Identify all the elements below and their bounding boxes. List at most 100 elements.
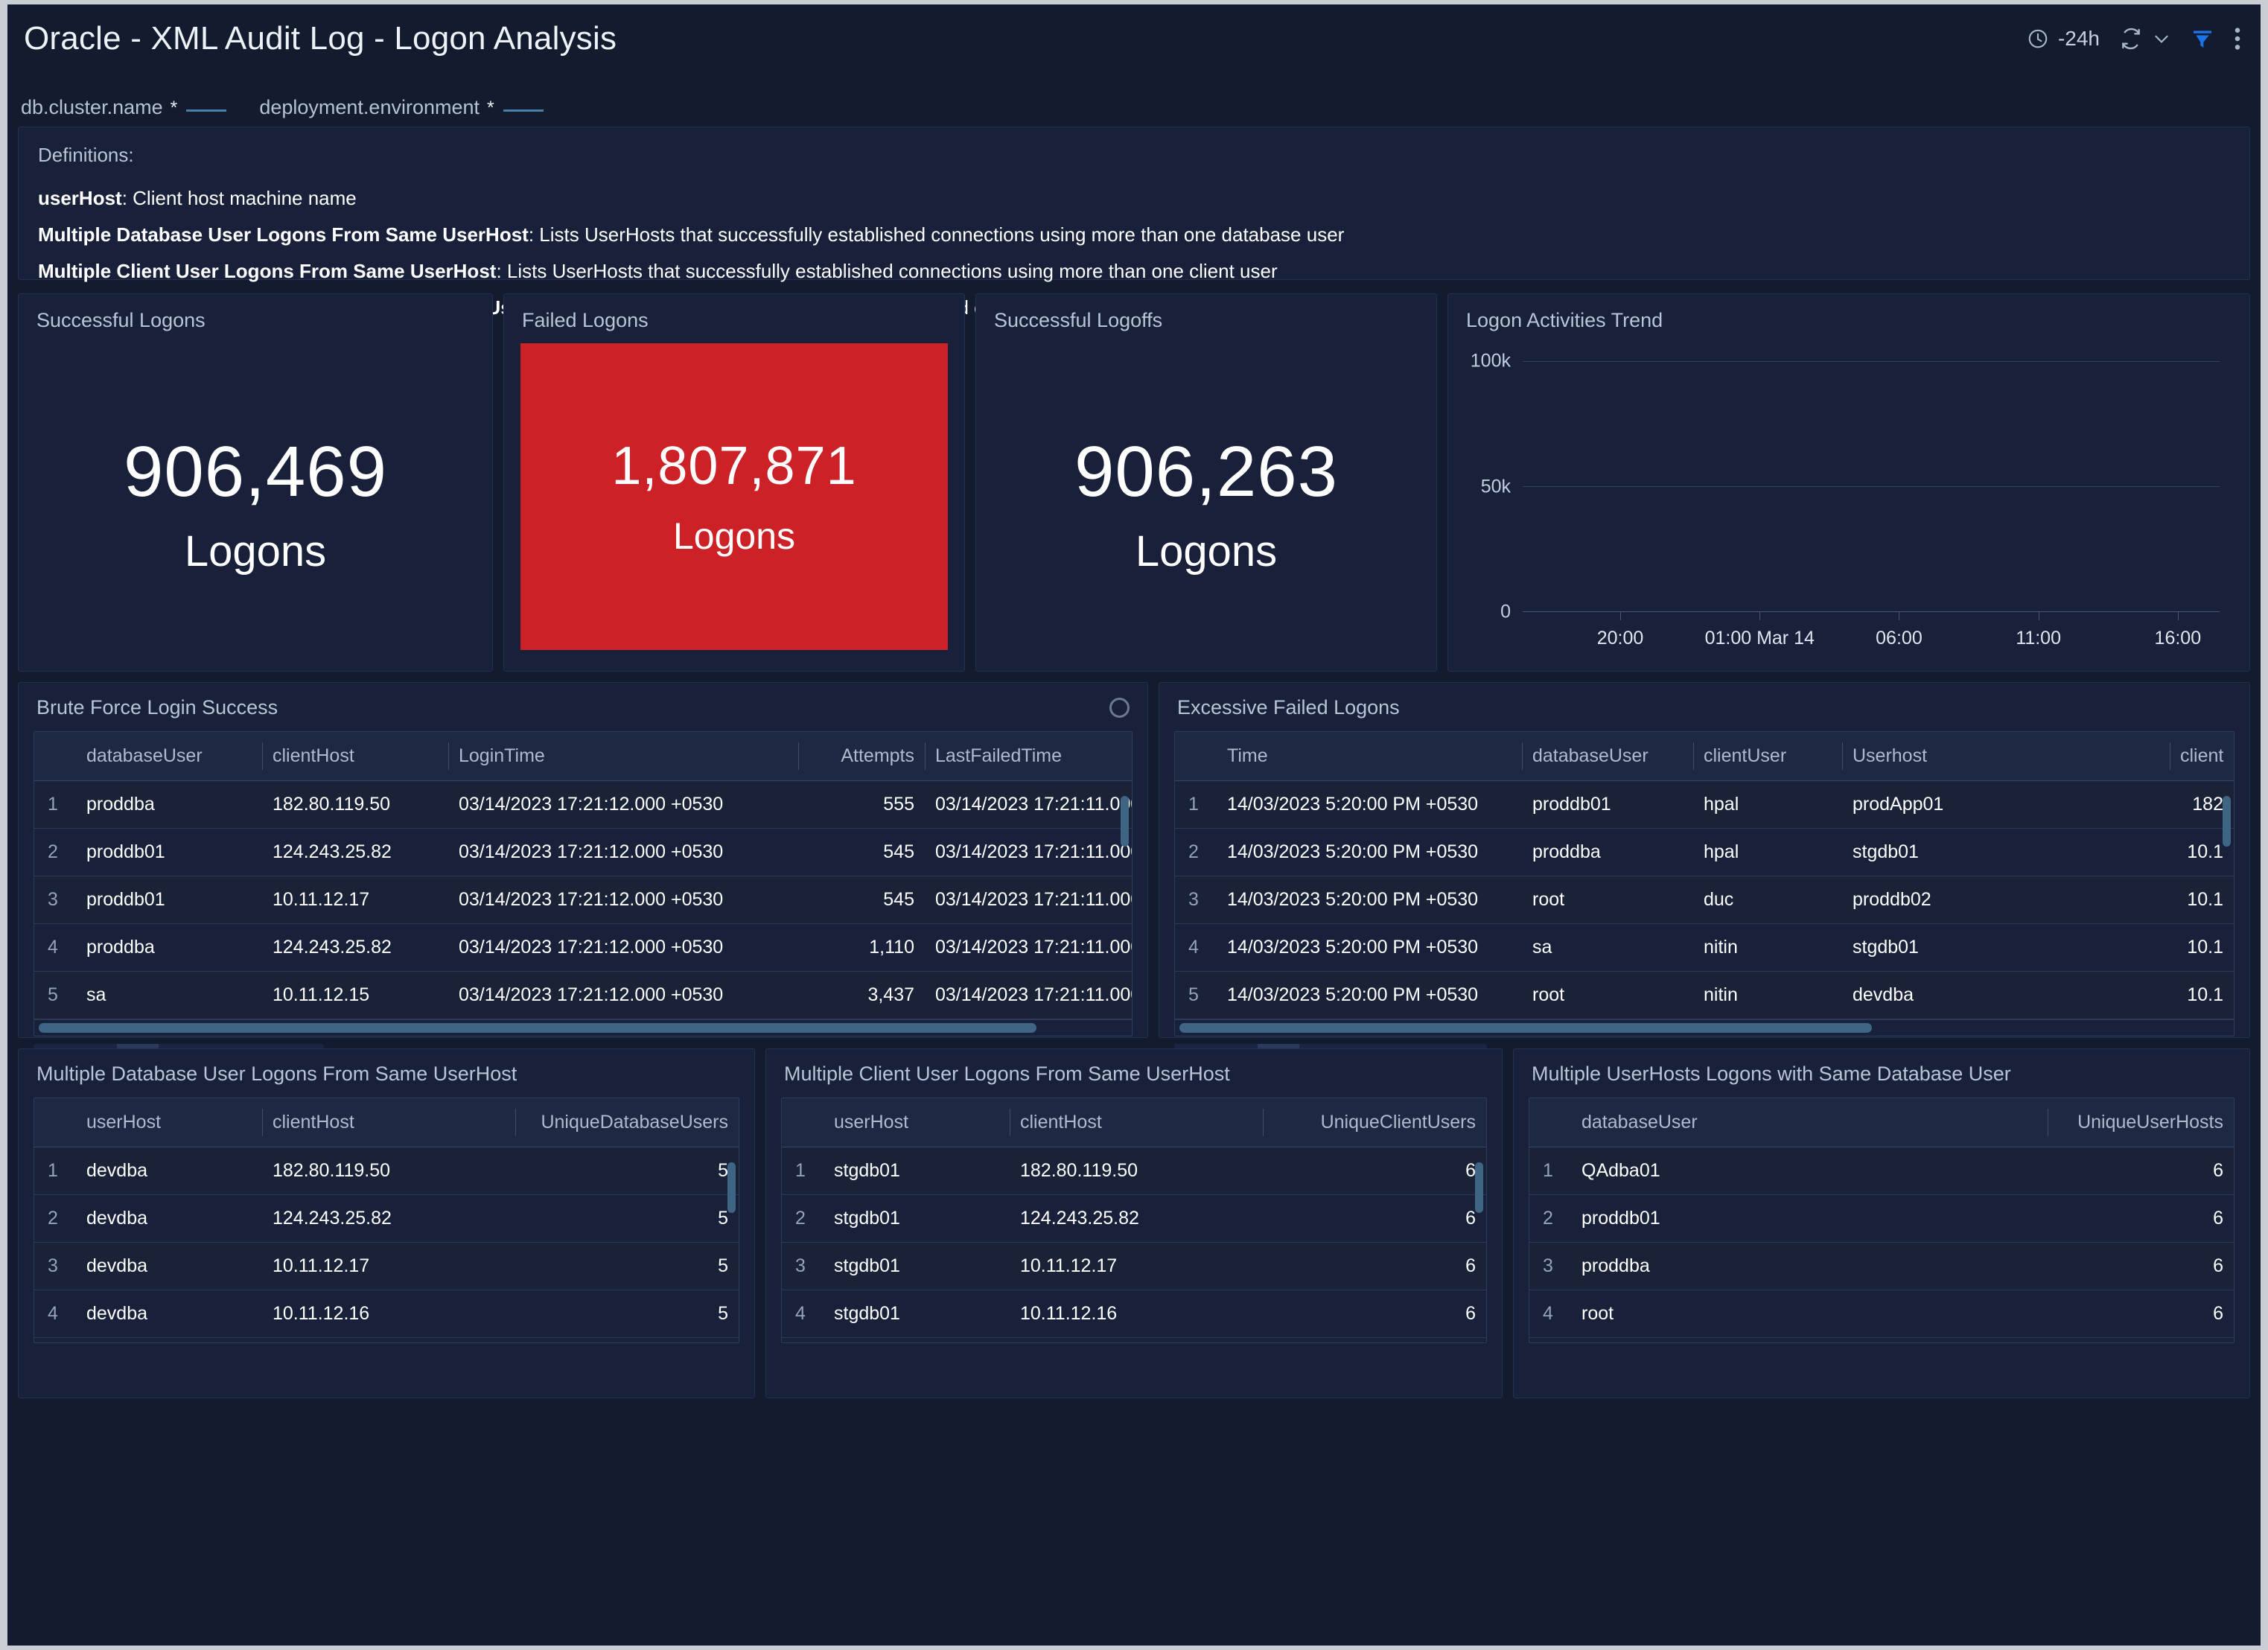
table-row[interactable]: 1 14/03/2023 5:20:00 PM +0530 proddb01 hpal… (1175, 780, 2234, 829)
vertical-scrollbar[interactable] (2223, 796, 2231, 847)
table-row[interactable]: 2 14/03/2023 5:20:00 PM +0530 proddba hpal s… (1175, 828, 2234, 876)
chart-plot[interactable]: 0 50k 100k 20:00 01:00 Mar 14 06:00 11:00 16:00 (1471, 351, 2220, 649)
column-header-index[interactable] (1529, 1098, 1571, 1147)
column-header-databaseuser[interactable]: databaseUser (1522, 732, 1693, 781)
table-row[interactable]: 3 proddb01 10.11.12.17 03/14/2023 17:21:12.… (34, 876, 1132, 924)
table-row[interactable]: 4 14/03/2023 5:20:00 PM +0530 sa nitin stgdb… (1175, 923, 2234, 972)
column-header-clienthost[interactable]: clientHost (262, 732, 448, 781)
time-range-picker[interactable]: -24h (2027, 27, 2100, 51)
filter-input-underline[interactable] (186, 109, 227, 112)
table-row[interactable]: 1 devdba 182.80.119.50 5 (34, 1147, 739, 1195)
table-row[interactable]: 3 proddba 6 (1529, 1242, 2234, 1290)
column-header-index[interactable] (1175, 732, 1217, 781)
table-row[interactable]: 5devdba10.11.12.155 (34, 1337, 739, 1342)
refresh-icon[interactable] (2119, 27, 2143, 51)
table-row[interactable]: 3 14/03/2023 5:20:00 PM +0530 root duc prodd… (1175, 876, 2234, 924)
column-header-lastfailedtime[interactable]: LastFailedTime (925, 732, 1132, 781)
column-header-clienthost[interactable]: clientHost (262, 1098, 515, 1147)
table-cell: proddb02 (1842, 876, 2170, 924)
table-cell: proddba (76, 780, 262, 829)
filter-db-cluster-name[interactable]: db.cluster.name * (21, 96, 227, 119)
row-index: 4 (34, 1290, 76, 1338)
column-header-userhost[interactable]: userHost (76, 1098, 262, 1147)
horizontal-scrollbar-track[interactable] (1175, 1019, 2234, 1036)
filter-icon[interactable] (2191, 27, 2214, 51)
chevron-down-icon[interactable] (2152, 29, 2171, 48)
panel-title: Excessive Failed Logons (1177, 696, 1400, 719)
table-row[interactable]: 5sa6 (1529, 1337, 2234, 1342)
table-header-row: userHost clientHost UniqueClientUsers (782, 1098, 1486, 1147)
excessive-failed-table[interactable]: Time databaseUser clientUser Userhost cl… (1174, 731, 2234, 1036)
table-cell: 10.11.12.16 (1010, 1290, 1263, 1338)
table-row[interactable]: 5 sa 10.11.12.15 03/14/2023 17:21:12.000 +0… (34, 971, 1132, 1019)
multi-client-user-table[interactable]: userHost clientHost UniqueClientUsers 1s… (781, 1098, 1487, 1343)
column-header-uniqueuserhosts[interactable]: UniqueUserHosts (2048, 1098, 2234, 1147)
table-cell: 14/03/2023 5:20:00 PM +0530 (1217, 876, 1522, 924)
column-header-databaseuser[interactable]: databaseUser (1571, 1098, 2048, 1147)
vertical-scrollbar[interactable] (727, 1162, 736, 1213)
table-row[interactable]: 3 devdba 10.11.12.17 5 (34, 1242, 739, 1290)
table-row[interactable]: 2 proddb01 6 (1529, 1194, 2234, 1243)
filter-input-underline[interactable] (503, 109, 544, 112)
column-header-clientuser[interactable]: clientUser (1693, 732, 1842, 781)
column-header-userhost[interactable]: Userhost (1842, 732, 2170, 781)
table-row[interactable]: 4 proddba 124.243.25.82 03/14/2023 17:21:12… (34, 923, 1132, 972)
table-row[interactable]: 2 devdba 124.243.25.82 5 (34, 1194, 739, 1243)
table-row[interactable]: 3 stgdb01 10.11.12.17 6 (782, 1242, 1486, 1290)
x-axis-tick-mark (1759, 611, 1761, 620)
column-header-clienthost[interactable]: client (2170, 732, 2234, 781)
table-row[interactable]: 1 QAdba01 6 (1529, 1147, 2234, 1195)
panel-excessive-failed-logons: Excessive Failed Logons Time databaseUse… (1159, 682, 2250, 1086)
table-cell: 124.243.25.82 (1010, 1194, 1263, 1243)
table-row[interactable]: 4 root 6 (1529, 1290, 2234, 1338)
refresh-control[interactable] (2119, 27, 2171, 51)
table-row[interactable]: 4 stgdb01 10.11.12.16 6 (782, 1290, 1486, 1338)
column-header-attempts[interactable]: Attempts (798, 732, 925, 781)
row-index: 2 (34, 828, 76, 876)
column-header-clienthost[interactable]: clientHost (1010, 1098, 1263, 1147)
filter-deployment-environment[interactable]: deployment.environment * (259, 96, 544, 119)
column-header-userhost[interactable]: userHost (824, 1098, 1010, 1147)
vertical-scrollbar[interactable] (1121, 796, 1129, 847)
horizontal-scrollbar-track[interactable] (34, 1019, 1132, 1036)
table-row[interactable]: 5stgdb0110.11.12.156 (782, 1337, 1486, 1342)
row-index: 1 (34, 780, 76, 829)
column-header-uniqueclientusers[interactable]: UniqueClientUsers (1263, 1098, 1486, 1147)
column-header-databaseuser[interactable]: databaseUser (76, 732, 262, 781)
table-row[interactable]: 4 devdba 10.11.12.16 5 (34, 1290, 739, 1338)
column-header-logintime[interactable]: LoginTime (448, 732, 798, 781)
table-cell: proddb01 (1522, 780, 1693, 829)
table-row[interactable]: 1 proddba 182.80.119.50 03/14/2023 17:21:12… (34, 780, 1132, 829)
row-index: 3 (782, 1242, 824, 1290)
table-row[interactable]: 2 proddb01 124.243.25.82 03/14/2023 17:21:1… (34, 828, 1132, 876)
table-cell: sa (76, 971, 262, 1019)
panel-brute-force-login-success: Brute Force Login Success databaseUser c… (18, 682, 1148, 1086)
table-cell: 6 (1263, 1147, 1486, 1195)
table-cell: 03/14/2023 17:21:11.000 + (925, 828, 1132, 876)
column-header-index[interactable] (34, 732, 76, 781)
table-cell: 03/14/2023 17:21:11.000 + (925, 923, 1132, 972)
x-axis: 20:00 01:00 Mar 14 06:00 11:00 16:00 (1523, 611, 2220, 663)
column-header-uniquedatabaseusers[interactable]: UniqueDatabaseUsers (515, 1098, 739, 1147)
table-cell: 1,110 (798, 923, 925, 972)
vertical-scrollbar[interactable] (1475, 1162, 1483, 1213)
column-header-time[interactable]: Time (1217, 732, 1522, 781)
table-cell: 5 (515, 1337, 739, 1342)
horizontal-scrollbar-thumb[interactable] (39, 1023, 1036, 1033)
table-row[interactable]: 2 stgdb01 124.243.25.82 6 (782, 1194, 1486, 1243)
metrics-row: Successful Logons 906,469 Logons Failed … (18, 293, 2250, 672)
table-cell: proddb01 (76, 876, 262, 924)
horizontal-scrollbar-thumb[interactable] (1179, 1023, 1872, 1033)
table-cell: 10.11.12.17 (1010, 1242, 1263, 1290)
multi-userhost-table[interactable]: databaseUser UniqueUserHosts 1 QAdba01 6 2 p… (1529, 1098, 2234, 1343)
multi-db-user-table[interactable]: userHost clientHost UniqueDatabaseUsers … (34, 1098, 739, 1343)
table-cell: QAdba01 (1571, 1147, 2048, 1195)
brute-force-table[interactable]: databaseUser clientHost LoginTime Attemp… (34, 731, 1133, 1036)
table-row[interactable]: 1 stgdb01 182.80.119.50 6 (782, 1147, 1486, 1195)
more-vertical-icon[interactable] (2234, 26, 2241, 51)
table-cell: 5 (515, 1242, 739, 1290)
column-header-index[interactable] (782, 1098, 824, 1147)
column-header-index[interactable] (34, 1098, 76, 1147)
table-row[interactable]: 5 14/03/2023 5:20:00 PM +0530 root nitin dev… (1175, 971, 2234, 1019)
table-cell: prodApp01 (1842, 780, 2170, 829)
